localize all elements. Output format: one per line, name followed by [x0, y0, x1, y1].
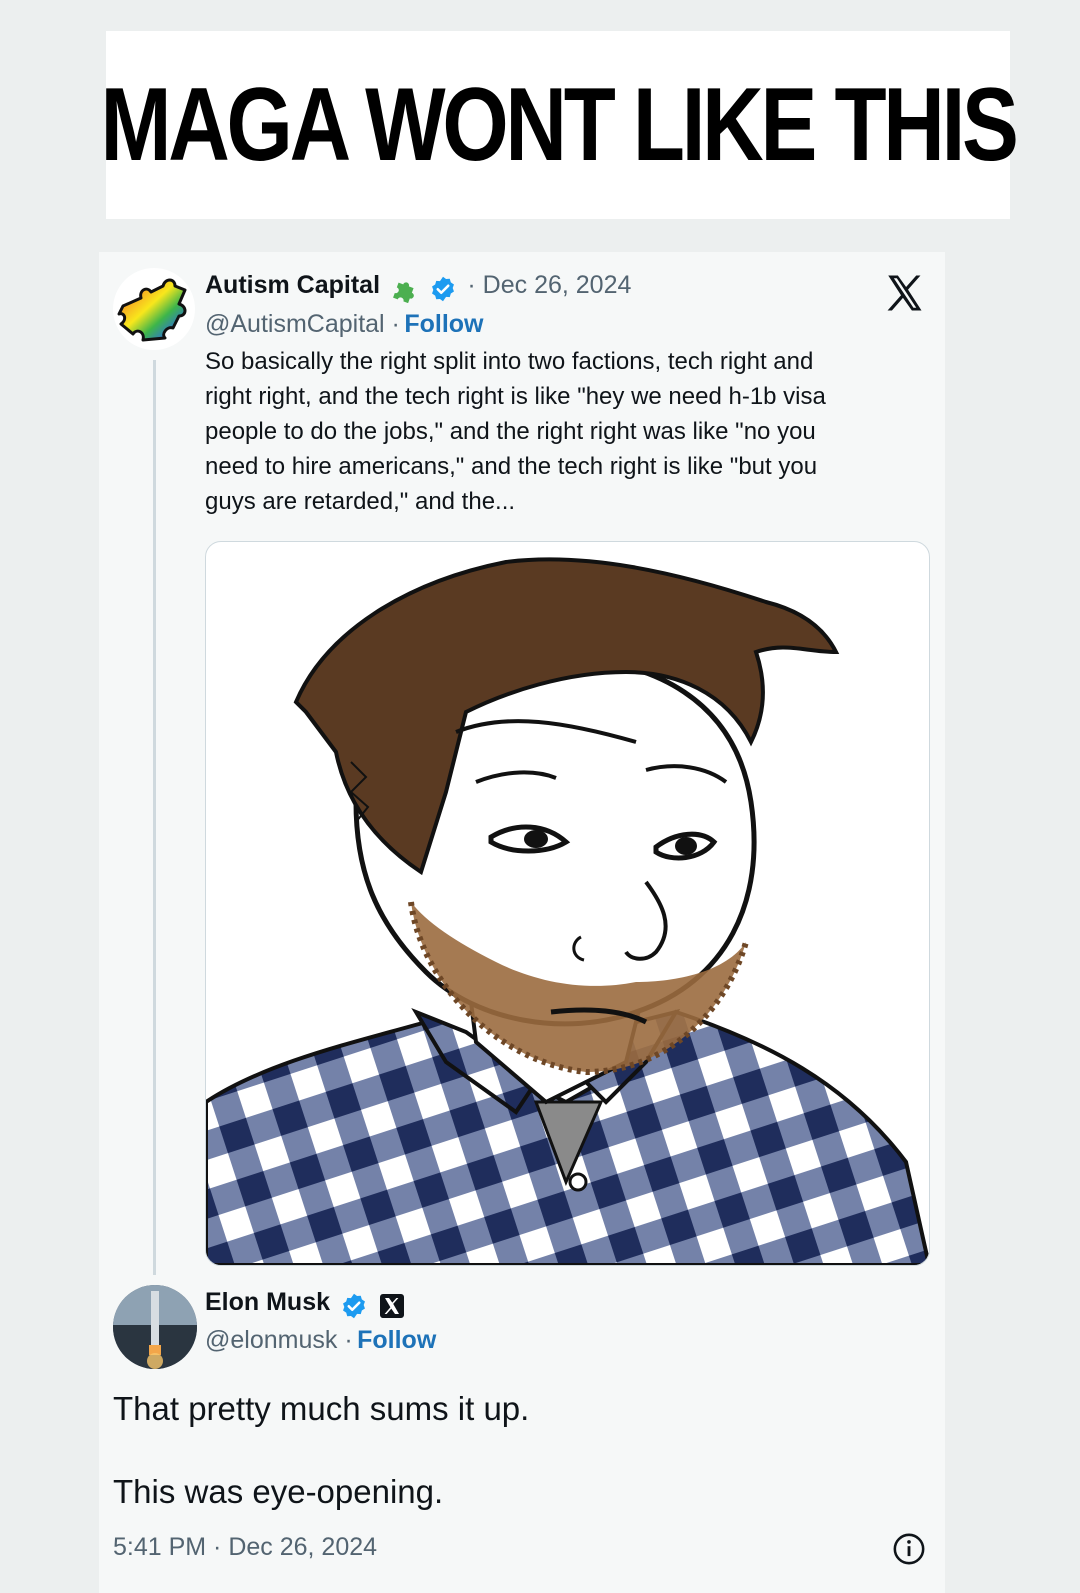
tweet-date[interactable]: · Dec 26, 2024 — [467, 271, 631, 299]
reply-text-line2: This was eye-opening. — [113, 1473, 444, 1510]
reply-timestamp[interactable]: 5:41 PM · Dec 26, 2024 — [113, 1533, 377, 1562]
author-name[interactable]: Autism Capital — [205, 271, 380, 299]
verified-badge-icon — [343, 1293, 366, 1319]
x-logo-icon[interactable] — [883, 272, 925, 314]
headline-banner: MAGA WONT LIKE THIS — [100, 31, 1019, 219]
reply-follow-button[interactable]: Follow — [357, 1326, 436, 1354]
author-avatar[interactable] — [113, 268, 195, 350]
reply-author-name[interactable]: Elon Musk — [205, 1288, 330, 1316]
author-handle[interactable]: @AutismCapital · — [205, 310, 400, 338]
wojak-beard-illustration — [206, 557, 929, 1265]
follow-button[interactable]: Follow — [404, 310, 483, 338]
info-icon[interactable] — [892, 1532, 926, 1566]
reply-handle-row: @elonmusk · Follow — [205, 1326, 436, 1355]
reply-text-line1: That pretty much sums it up. — [113, 1390, 530, 1427]
reply-header: Elon Musk — [205, 1288, 405, 1320]
puzzle-avatar-icon — [117, 278, 187, 342]
tweet-header: Autism Capital · Dec 26, 2024 — [205, 271, 631, 303]
puzzle-icon — [393, 282, 415, 303]
tweet-image[interactable] — [205, 541, 930, 1266]
verified-badge-icon — [431, 276, 454, 302]
thread-connector-line — [153, 360, 156, 1275]
tweet-text: So basically the right split into two fa… — [205, 348, 826, 515]
headline-text: MAGA WONT LIKE THIS — [100, 67, 1018, 183]
handle-row: @AutismCapital · Follow — [205, 310, 483, 339]
rocket-launch-avatar-icon — [113, 1285, 197, 1369]
x-affiliate-badge-icon — [379, 1293, 404, 1318]
reply-author-handle[interactable]: @elonmusk · — [205, 1326, 353, 1354]
reply-avatar[interactable] — [113, 1285, 197, 1369]
